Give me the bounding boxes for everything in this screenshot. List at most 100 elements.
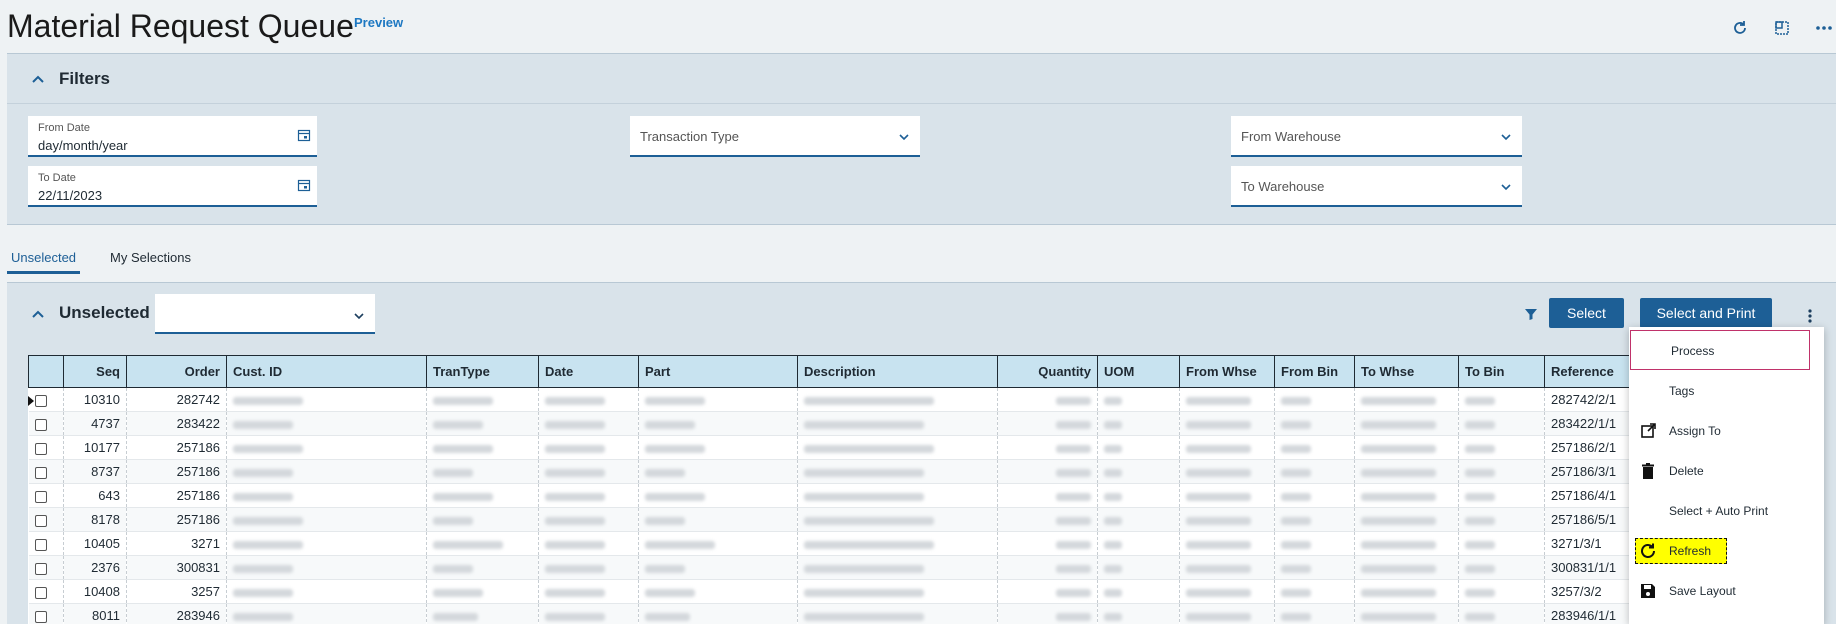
table-row[interactable]: 10310 282742 282742/2/1 [28, 387, 1688, 412]
column-header-uom[interactable]: UOM [1097, 355, 1180, 388]
tab-unselected[interactable]: Unselected [7, 248, 81, 274]
cell-date-redacted [538, 579, 639, 604]
cell-description-redacted [797, 603, 998, 624]
row-checkbox-cell[interactable] [28, 459, 64, 484]
table-row[interactable]: 2376 300831 300831/1/1 [28, 555, 1688, 580]
select-all-header[interactable] [28, 355, 64, 388]
cell-trantype-redacted [426, 435, 539, 460]
row-checkbox-cell[interactable] [28, 435, 64, 460]
row-checkbox[interactable] [34, 394, 47, 407]
row-checkbox[interactable] [34, 442, 47, 455]
cell-description-redacted [797, 435, 998, 460]
cell-seq: 8011 [63, 603, 127, 624]
cell-quantity-redacted [997, 459, 1098, 484]
table-row[interactable]: 8737 257186 257186/3/1 [28, 459, 1688, 484]
row-checkbox-cell[interactable] [28, 579, 64, 604]
select-and-print-button[interactable]: Select and Print [1640, 298, 1772, 328]
chevron-down-icon[interactable] [1500, 130, 1512, 142]
column-header-to-bin[interactable]: To Bin [1458, 355, 1545, 388]
select-button[interactable]: Select [1549, 298, 1624, 328]
row-checkbox[interactable] [34, 466, 47, 479]
column-header-description[interactable]: Description [797, 355, 998, 388]
table-row[interactable]: 4737 283422 283422/1/1 [28, 411, 1688, 436]
row-checkbox[interactable] [34, 610, 47, 623]
column-header-from-whse[interactable]: From Whse [1179, 355, 1275, 388]
filter-icon[interactable] [1523, 306, 1539, 322]
from-date-field[interactable]: From Date day/month/year [28, 116, 317, 157]
column-header-part[interactable]: Part [638, 355, 798, 388]
menu-item-select-auto-print[interactable]: Select + Auto Print [1629, 491, 1824, 531]
to-date-field[interactable]: To Date 22/11/2023 [28, 166, 317, 207]
row-checkbox-cell[interactable] [28, 483, 64, 508]
menu-item-label: Save Layout [1669, 584, 1736, 598]
table-row[interactable]: 10408 3257 3257/3/2 [28, 579, 1688, 604]
calendar-icon[interactable] [297, 128, 311, 142]
cell-to-bin-redacted [1458, 483, 1545, 508]
cell-quantity-redacted [997, 387, 1098, 412]
tab-my-selections[interactable]: My Selections [106, 248, 195, 274]
menu-item-tags[interactable]: Tags [1629, 371, 1824, 411]
from-warehouse-select[interactable]: From Warehouse [1231, 116, 1522, 157]
cell-order: 257186 [126, 459, 227, 484]
column-header-from-bin[interactable]: From Bin [1274, 355, 1355, 388]
row-checkbox[interactable] [34, 514, 47, 527]
to-warehouse-select[interactable]: To Warehouse [1231, 166, 1522, 207]
cell-seq: 8178 [63, 507, 127, 532]
calendar-icon[interactable] [297, 178, 311, 192]
menu-item-assign-to[interactable]: Assign To [1629, 411, 1824, 451]
cell-to-whse-redacted [1354, 579, 1459, 604]
cell-to-bin-redacted [1458, 387, 1545, 412]
from-date-value[interactable]: day/month/year [38, 138, 128, 153]
table-row[interactable]: 8178 257186 257186/5/1 [28, 507, 1688, 532]
transaction-type-select[interactable]: Transaction Type [630, 116, 920, 157]
cell-cust-id-redacted [226, 435, 427, 460]
layout-icon[interactable] [1770, 16, 1794, 40]
cell-trantype-redacted [426, 483, 539, 508]
menu-item-process[interactable]: Process [1630, 330, 1810, 370]
row-checkbox[interactable] [34, 562, 47, 575]
row-checkbox[interactable] [34, 586, 47, 599]
cell-date-redacted [538, 531, 639, 556]
kebab-menu-icon[interactable] [1803, 307, 1817, 325]
transaction-type-placeholder: Transaction Type [640, 129, 739, 144]
row-checkbox-cell[interactable] [28, 555, 64, 580]
cell-uom-redacted [1097, 459, 1180, 484]
table-row[interactable]: 643 257186 257186/4/1 [28, 483, 1688, 508]
menu-item-refresh[interactable]: Refresh [1629, 531, 1824, 571]
cell-part-redacted [638, 507, 798, 532]
row-checkbox-cell[interactable] [28, 507, 64, 532]
filters-header[interactable]: Filters [7, 54, 1836, 104]
chevron-down-icon[interactable] [353, 309, 365, 321]
to-date-value[interactable]: 22/11/2023 [38, 188, 102, 203]
column-header-date[interactable]: Date [538, 355, 639, 388]
chevron-down-icon[interactable] [898, 130, 910, 142]
view-select[interactable] [155, 294, 375, 334]
cell-uom-redacted [1097, 507, 1180, 532]
to-date-label: To Date [38, 172, 76, 184]
column-header-cust-id[interactable]: Cust. ID [226, 355, 427, 388]
cell-from-whse-redacted [1179, 603, 1275, 624]
row-checkbox-cell[interactable] [28, 603, 64, 624]
row-checkbox[interactable] [34, 490, 47, 503]
row-checkbox[interactable] [34, 538, 47, 551]
row-checkbox[interactable] [34, 418, 47, 431]
table-row[interactable]: 8011 283946 283946/1/1 [28, 603, 1688, 624]
cell-quantity-redacted [997, 603, 1098, 624]
more-icon[interactable] [1812, 16, 1836, 40]
column-header-quantity[interactable]: Quantity [997, 355, 1098, 388]
column-header-to-whse[interactable]: To Whse [1354, 355, 1459, 388]
chevron-up-icon[interactable] [29, 70, 47, 88]
column-header-order[interactable]: Order [126, 355, 227, 388]
chevron-down-icon[interactable] [1500, 180, 1512, 192]
column-header-trantype[interactable]: TranType [426, 355, 539, 388]
table-row[interactable]: 10177 257186 257186/2/1 [28, 435, 1688, 460]
table-row[interactable]: 10405 3271 3271/3/1 [28, 531, 1688, 556]
row-checkbox-cell[interactable] [28, 411, 64, 436]
menu-item-save-layout[interactable]: Save Layout [1629, 571, 1824, 611]
refresh-icon[interactable] [1728, 16, 1752, 40]
menu-item-delete[interactable]: Delete [1629, 451, 1824, 491]
cell-quantity-redacted [997, 411, 1098, 436]
column-header-seq[interactable]: Seq [63, 355, 127, 388]
chevron-up-icon[interactable] [29, 305, 47, 323]
row-checkbox-cell[interactable] [28, 531, 64, 556]
